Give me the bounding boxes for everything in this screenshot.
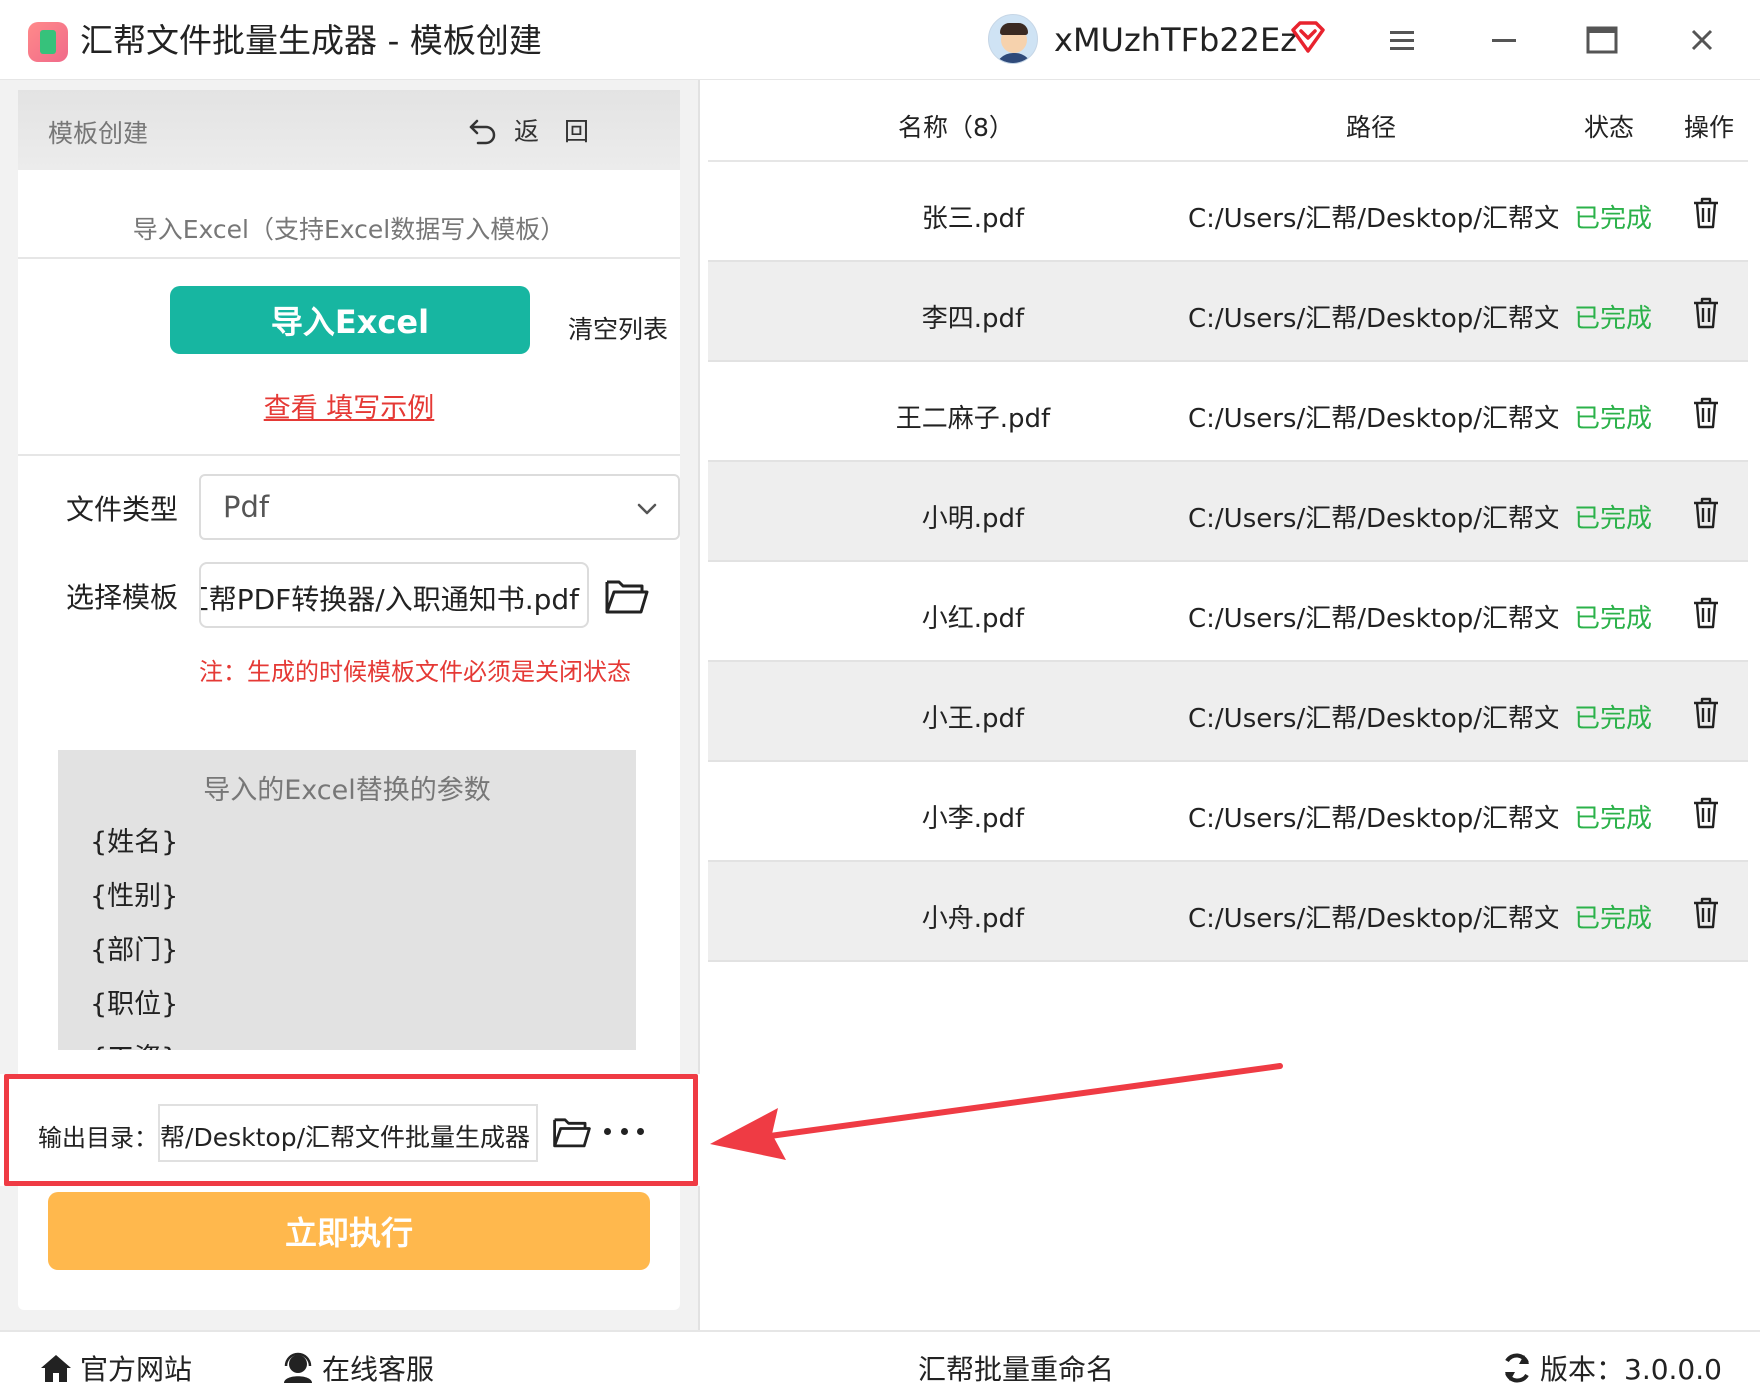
param-item: {部门} xyxy=(90,935,179,966)
back-button[interactable]: 返 回 xyxy=(468,110,589,150)
param-item: {性别} xyxy=(90,881,179,912)
file-path: C:/Users/汇帮/Desktop/汇帮文件 xyxy=(1188,404,1558,434)
status-badge: 已完成 xyxy=(1574,504,1653,534)
trash-icon[interactable] xyxy=(1690,196,1722,230)
column-header-status[interactable]: 状态 xyxy=(1584,108,1634,144)
minimize-icon[interactable] xyxy=(1484,20,1524,60)
online-service-link[interactable]: 在线客服 xyxy=(280,1350,434,1386)
window-title: 汇帮文件批量生成器 - 模板创建 xyxy=(80,21,542,60)
import-excel-button[interactable]: 导入Excel xyxy=(170,286,530,354)
param-item: {工资} xyxy=(90,1036,178,1050)
param-item: {职位} xyxy=(90,989,179,1020)
file-path: C:/Users/汇帮/Desktop/汇帮文件 xyxy=(1188,204,1558,234)
file-name: 小李.pdf xyxy=(921,804,1025,834)
template-path-input[interactable]: 汇帮PDF转换器/入职通知书.pdf xyxy=(199,562,589,628)
column-header-action: 操作 xyxy=(1684,113,1735,142)
version-info: 版本：3.0.0.0 xyxy=(1500,1350,1722,1386)
trash-icon[interactable] xyxy=(1690,496,1722,530)
file-path: C:/Users/汇帮/Desktop/汇帮文件 xyxy=(1188,604,1558,634)
avatar[interactable] xyxy=(988,14,1038,64)
params-box: 导入的Excel替换的参数 {姓名} {性别} {部门} {职位} {工资} xyxy=(58,750,636,1050)
official-site-label: 官方网站 xyxy=(80,1353,193,1386)
file-path: C:/Users/汇帮/Desktop/汇帮文件 xyxy=(1188,904,1558,934)
file-type-value: Pdf xyxy=(223,490,270,524)
panel-title: 模板创建 xyxy=(48,119,149,148)
table-row[interactable]: 小红.pdf C:/Users/汇帮/Desktop/汇帮文件 已完成 xyxy=(708,562,1748,662)
table-header: 名称（8） 路径 状态 操作 xyxy=(708,82,1748,162)
refresh-icon xyxy=(1505,1353,1529,1383)
card-header: 模板创建 返 回 xyxy=(18,90,680,170)
file-type-label: 文件类型 xyxy=(66,493,179,526)
back-label: 返 回 xyxy=(514,117,590,146)
official-site-link[interactable]: 官方网站 xyxy=(38,1350,192,1386)
back-arrow-icon xyxy=(469,119,496,145)
status-bar: 官方网站 在线客服 汇帮批量重命名 版本：3.0.0.0 xyxy=(0,1330,1760,1400)
status-badge: 已完成 xyxy=(1574,604,1653,634)
status-badge: 已完成 xyxy=(1574,304,1653,334)
file-name: 小红.pdf xyxy=(921,604,1025,634)
diamond-vip-icon[interactable] xyxy=(1290,20,1326,54)
trash-icon[interactable] xyxy=(1690,796,1722,830)
status-badge: 已完成 xyxy=(1574,204,1653,234)
run-now-button[interactable]: 立即执行 xyxy=(48,1192,650,1270)
template-path-value: 汇帮PDF转换器/入职通知书.pdf xyxy=(199,583,579,616)
table-row[interactable]: 张三.pdf C:/Users/汇帮/Desktop/汇帮文件 已完成 xyxy=(708,162,1748,262)
template-label: 选择模板 xyxy=(66,581,179,614)
template-warning: 注：生成的时候模板文件必须是关闭状态 xyxy=(199,658,631,686)
param-item: {姓名} xyxy=(90,827,179,858)
title-bar: 汇帮文件批量生成器 - 模板创建 xMUzhTFb22Ez xyxy=(0,0,1760,80)
file-name: 张三.pdf xyxy=(921,204,1025,234)
file-name: 李四.pdf xyxy=(921,304,1025,334)
trash-icon[interactable] xyxy=(1690,896,1722,930)
table-row[interactable]: 小李.pdf C:/Users/汇帮/Desktop/汇帮文件 已完成 xyxy=(708,762,1748,862)
trash-icon[interactable] xyxy=(1690,296,1722,330)
chevron-down-icon xyxy=(637,503,657,515)
headset-icon xyxy=(284,1352,312,1383)
status-badge: 已完成 xyxy=(1574,804,1653,834)
column-header-name[interactable]: 名称（8） xyxy=(898,108,1014,144)
status-badge: 已完成 xyxy=(1574,704,1653,734)
trash-icon[interactable] xyxy=(1690,396,1722,430)
file-type-select[interactable]: Pdf xyxy=(199,474,680,540)
highlight-annotation xyxy=(4,1074,698,1186)
view-example-link[interactable]: 查看 填写示例 xyxy=(18,386,680,425)
status-badge: 已完成 xyxy=(1574,904,1653,934)
file-path: C:/Users/汇帮/Desktop/汇帮文件 xyxy=(1188,704,1558,734)
maximize-icon[interactable] xyxy=(1582,20,1622,60)
table-row[interactable]: 王二麻子.pdf C:/Users/汇帮/Desktop/汇帮文件 已完成 xyxy=(708,362,1748,462)
close-icon[interactable] xyxy=(1682,20,1722,60)
home-icon xyxy=(41,1355,71,1382)
table-row[interactable]: 小明.pdf C:/Users/汇帮/Desktop/汇帮文件 已完成 xyxy=(708,462,1748,562)
file-path: C:/Users/汇帮/Desktop/汇帮文件 xyxy=(1188,504,1558,534)
trash-icon[interactable] xyxy=(1690,696,1722,730)
file-path: C:/Users/汇帮/Desktop/汇帮文件 xyxy=(1188,804,1558,834)
column-header-path[interactable]: 路径 xyxy=(1346,108,1396,144)
table-row[interactable]: 李四.pdf C:/Users/汇帮/Desktop/汇帮文件 已完成 xyxy=(708,262,1748,362)
import-subtitle: 导入Excel（支持Excel数据写入模板） xyxy=(132,215,566,244)
file-path: C:/Users/汇帮/Desktop/汇帮文件 xyxy=(1188,304,1558,334)
status-badge: 已完成 xyxy=(1574,404,1653,434)
file-name: 小舟.pdf xyxy=(921,904,1025,934)
file-name: 小王.pdf xyxy=(921,704,1025,734)
divider xyxy=(18,257,680,259)
clear-list-button[interactable]: 清空列表 xyxy=(568,310,668,346)
version-label: 版本：3.0.0.0 xyxy=(1540,1353,1722,1386)
annotation-arrow xyxy=(710,1063,1283,1160)
file-name: 王二麻子.pdf xyxy=(895,404,1051,434)
app-logo-icon xyxy=(28,22,68,62)
file-name: 小明.pdf xyxy=(921,504,1025,534)
rename-tool-link[interactable]: 汇帮批量重命名 xyxy=(918,1350,1114,1386)
online-service-label: 在线客服 xyxy=(322,1353,435,1386)
divider xyxy=(18,454,680,456)
username[interactable]: xMUzhTFb22Ez xyxy=(1054,20,1297,60)
folder-open-icon[interactable] xyxy=(604,576,650,616)
table-row[interactable]: 小舟.pdf C:/Users/汇帮/Desktop/汇帮文件 已完成 xyxy=(708,862,1748,962)
hamburger-icon[interactable] xyxy=(1382,20,1422,60)
params-title: 导入的Excel替换的参数 xyxy=(203,775,491,806)
trash-icon[interactable] xyxy=(1690,596,1722,630)
table-row[interactable]: 小王.pdf C:/Users/汇帮/Desktop/汇帮文件 已完成 xyxy=(708,662,1748,762)
